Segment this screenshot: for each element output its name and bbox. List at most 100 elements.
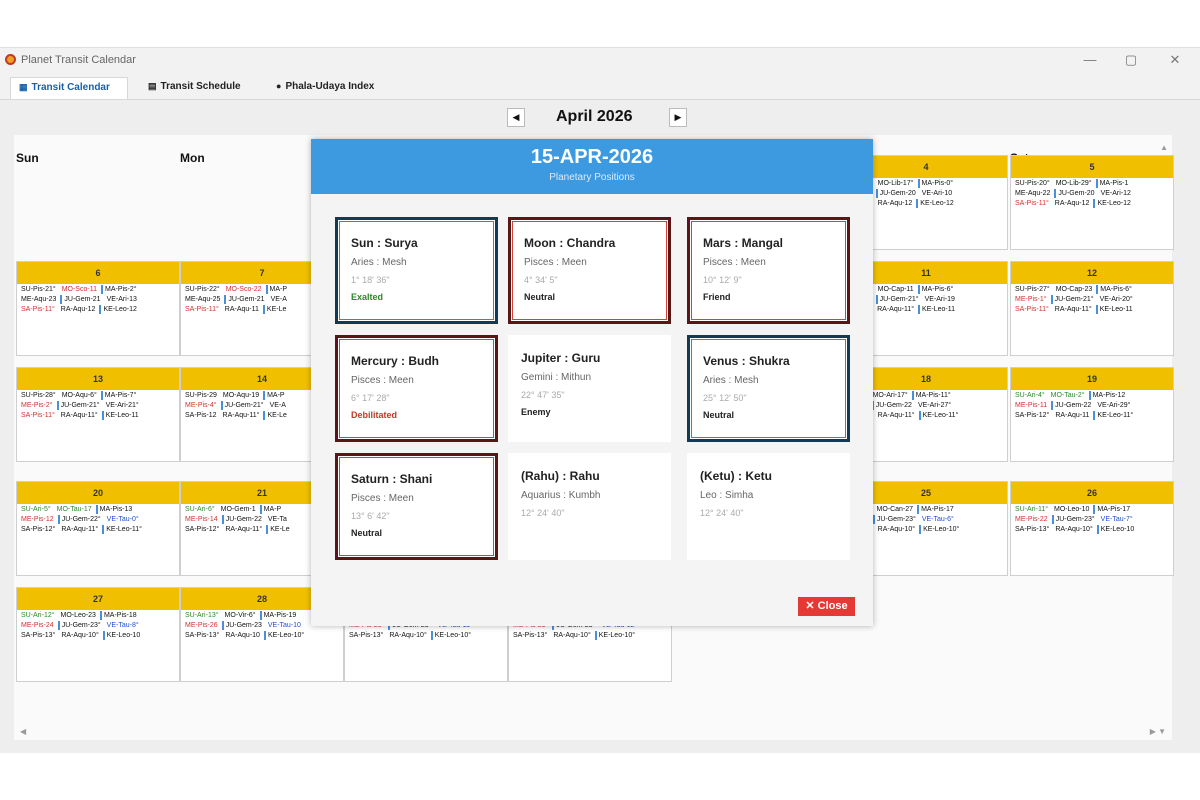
day-number: 20 bbox=[17, 482, 179, 504]
window-title: Planet Transit Calendar bbox=[21, 54, 136, 66]
calendar-day-cell[interactable]: 6 SU-Pis-21° MO-Sco-11 MA-Pis-2° ME-Aqu-23 JU… bbox=[16, 261, 180, 356]
planet-position: SA-Pis-11° bbox=[1015, 200, 1049, 207]
day-number: 6 bbox=[17, 262, 179, 284]
planet-row: SU-Pis-27° MO-Cap-23 MA-Pis-6° bbox=[1011, 284, 1173, 294]
planet-position: KE-Leo-11° bbox=[918, 411, 961, 420]
calendar-day-cell[interactable]: 27 SU-Ari-12° MO-Leo-23 MA-Pis-18 ME-Pis-24 J… bbox=[16, 587, 180, 682]
day-number: 27 bbox=[17, 588, 179, 610]
planet-name: (Ketu) : Ketu bbox=[700, 469, 772, 483]
planet-position: VE-Ari-12 bbox=[1100, 190, 1131, 197]
planet-position: MA-Pis-19 bbox=[259, 611, 299, 620]
tab-label: Transit Schedule bbox=[160, 81, 241, 92]
planet-row: ME-Aqu-22 JU-Gem-20 VE-Ari-12 bbox=[1011, 188, 1173, 198]
planet-position: MA-P bbox=[259, 505, 284, 514]
planet-position: MO-Gem-1 bbox=[220, 506, 256, 513]
planet-position: SU-Ari-4° bbox=[1015, 392, 1045, 399]
planet-position: MA-Pis-6° bbox=[917, 285, 956, 294]
planet-position: MO-Aqu-19 bbox=[222, 392, 260, 399]
tab-label: Transit Calendar bbox=[31, 82, 110, 93]
planet-position: ME-Aqu-22 bbox=[1015, 190, 1051, 197]
calendar-day-cell[interactable]: 12 SU-Pis-27° MO-Cap-23 MA-Pis-6° ME-Pis-1° J… bbox=[1010, 261, 1174, 356]
calendar-day-cell[interactable]: 26 SU-Ari-11° MO-Leo-10 MA-Pis-17 ME-Pis-22 J… bbox=[1010, 481, 1174, 576]
planet-position: MA-P bbox=[265, 285, 290, 294]
planet-position: RA-Aqu-11° bbox=[60, 412, 98, 419]
calendar-day-cell[interactable]: 13 SU-Pis-28° MO-Aqu-6° MA-Pis-7° ME-Pis-2° J… bbox=[16, 367, 180, 462]
planet-card: Jupiter : Guru Gemini : Mithun 22° 47' 35"… bbox=[508, 335, 671, 442]
tab-transit-calendar[interactable]: ▦ Transit Calendar bbox=[10, 77, 128, 99]
planet-name: Sun : Surya bbox=[351, 236, 418, 250]
planet-position: SU-Pis-28° bbox=[21, 392, 56, 399]
planet-deg: 12° 24' 40" bbox=[700, 508, 744, 518]
planet-card: Saturn : Shani Pisces : Meen 13° 6' 42" Neu… bbox=[335, 453, 498, 560]
planet-position: MA-Pis-1 bbox=[1095, 179, 1131, 188]
scroll-left-icon[interactable]: ◀ bbox=[20, 727, 26, 736]
planet-position: MO-Cap-23 bbox=[1055, 286, 1093, 293]
planet-position: VE-A bbox=[270, 296, 287, 303]
planet-name: Mercury : Budh bbox=[351, 354, 440, 368]
month-navigator: ◀ April 2026 ▶ bbox=[0, 108, 1200, 130]
maximize-button[interactable]: ▢ bbox=[1121, 52, 1141, 68]
planet-position: VE-Tau-0° bbox=[106, 516, 139, 523]
planet-deg: 25° 12' 50" bbox=[703, 393, 747, 403]
close-dialog-button[interactable]: ✕ Close bbox=[798, 597, 855, 616]
tab-label: Phala-Udaya Index bbox=[285, 81, 375, 92]
planet-row: SA-Pis-13° RA-Aqu-10° KE-Leo-10° bbox=[345, 630, 507, 640]
planet-row: SU-Ari-4° MO-Tau-2° MA-Pis-12 bbox=[1011, 390, 1173, 400]
planet-position: MO-Aqu-6° bbox=[61, 392, 97, 399]
planet-position: RA-Aqu-10° bbox=[553, 632, 591, 639]
calendar-day-cell[interactable]: 20 SU-Ari-5° MO-Tau-17 MA-Pis-13 ME-Pis-12 JU… bbox=[16, 481, 180, 576]
calendar-day-cell[interactable]: 5 SU-Pis-20° MO-Lib-29° MA-Pis-1 ME-Aqu-22 JU… bbox=[1010, 155, 1174, 250]
planet-position: RA-Aqu-12 bbox=[1054, 200, 1090, 207]
scroll-up-icon[interactable]: ▲ bbox=[1160, 143, 1168, 152]
planet-sign: Pisces : Meen bbox=[524, 257, 587, 268]
schedule-icon: ▤ bbox=[148, 81, 157, 91]
planet-name: (Rahu) : Rahu bbox=[521, 469, 600, 483]
planet-position: JU-Gem-21 bbox=[224, 295, 266, 304]
planet-position: SA-Pis-13° bbox=[513, 632, 548, 639]
dialog-subtitle: Planetary Positions bbox=[549, 172, 635, 183]
planet-position: VE-Tau-8° bbox=[106, 622, 139, 629]
planet-row: SA-Pis-12° RA-Aqu-11° KE-Leo-11° bbox=[17, 524, 179, 534]
planet-position: KE-Leo-10° bbox=[594, 631, 637, 640]
weekday-sun: Sun bbox=[16, 151, 39, 165]
scroll-right-icon[interactable]: ▶ ▼ bbox=[1150, 727, 1166, 736]
planet-position: SA-Pis-13° bbox=[21, 632, 56, 639]
planet-position: KE-Leo-10° bbox=[263, 631, 306, 640]
planet-position: SA-Pis-12° bbox=[1015, 412, 1050, 419]
prev-month-button[interactable]: ◀ bbox=[507, 108, 525, 127]
day-number: 26 bbox=[1011, 482, 1173, 504]
planet-position: VE-Ari-20° bbox=[1099, 296, 1133, 303]
planet-position: JU-Gem-20 bbox=[1054, 189, 1096, 198]
planet-position: RA-Aqu-11 bbox=[1055, 412, 1090, 419]
planet-position: VE-Ari-29° bbox=[1097, 402, 1131, 409]
planet-sign: Pisces : Meen bbox=[703, 257, 766, 268]
tab-phala-udaya-index[interactable]: ● Phala-Udaya Index bbox=[268, 77, 393, 99]
planet-position: JU-Gem-22 bbox=[1051, 401, 1093, 410]
tab-transit-schedule[interactable]: ▤ Transit Schedule bbox=[140, 77, 258, 99]
planet-row: SA-Pis-13° RA-Aqu-10° KE-Leo-10 bbox=[1011, 524, 1173, 534]
next-month-button[interactable]: ▶ bbox=[669, 108, 687, 127]
planet-row: SU-Ari-5° MO-Tau-17 MA-Pis-13 bbox=[17, 504, 179, 514]
planet-status: Neutral bbox=[703, 410, 735, 420]
planet-position: KE-Leo-10 bbox=[1096, 525, 1136, 534]
planet-position: SA-Pis-11° bbox=[21, 412, 55, 419]
planet-position: MA-Pis-0° bbox=[917, 179, 956, 188]
planet-position: RA-Aqu-12 bbox=[60, 306, 96, 313]
planet-position: VE-Ari-13 bbox=[106, 296, 137, 303]
planet-position: MA-Pis-17 bbox=[1093, 505, 1132, 514]
planet-position: ME-Pis-1° bbox=[1015, 296, 1047, 303]
calendar-day-cell[interactable]: 19 SU-Ari-4° MO-Tau-2° MA-Pis-12 ME-Pis-11 JU… bbox=[1010, 367, 1174, 462]
minimize-button[interactable]: — bbox=[1080, 52, 1100, 67]
planet-position: KE-Le bbox=[266, 525, 291, 534]
planet-sign: Leo : Simha bbox=[700, 490, 754, 501]
planet-position: MO-Can-27 bbox=[876, 506, 914, 513]
planet-name: Venus : Shukra bbox=[703, 354, 790, 368]
planet-position: KE-Leo-12 bbox=[1093, 199, 1132, 208]
planet-position: MA-Pis-11° bbox=[911, 391, 953, 400]
planet-status: Enemy bbox=[521, 407, 551, 417]
planet-row: ME-Aqu-23 JU-Gem-21 VE-Ari-13 bbox=[17, 294, 179, 304]
planet-position: SA-Pis-11° bbox=[185, 306, 219, 313]
planet-row: SA-Pis-11° RA-Aqu-12 KE-Leo-12 bbox=[1011, 198, 1173, 208]
planet-position: MA-P bbox=[263, 391, 287, 400]
close-window-button[interactable]: ✕ bbox=[1165, 52, 1185, 68]
